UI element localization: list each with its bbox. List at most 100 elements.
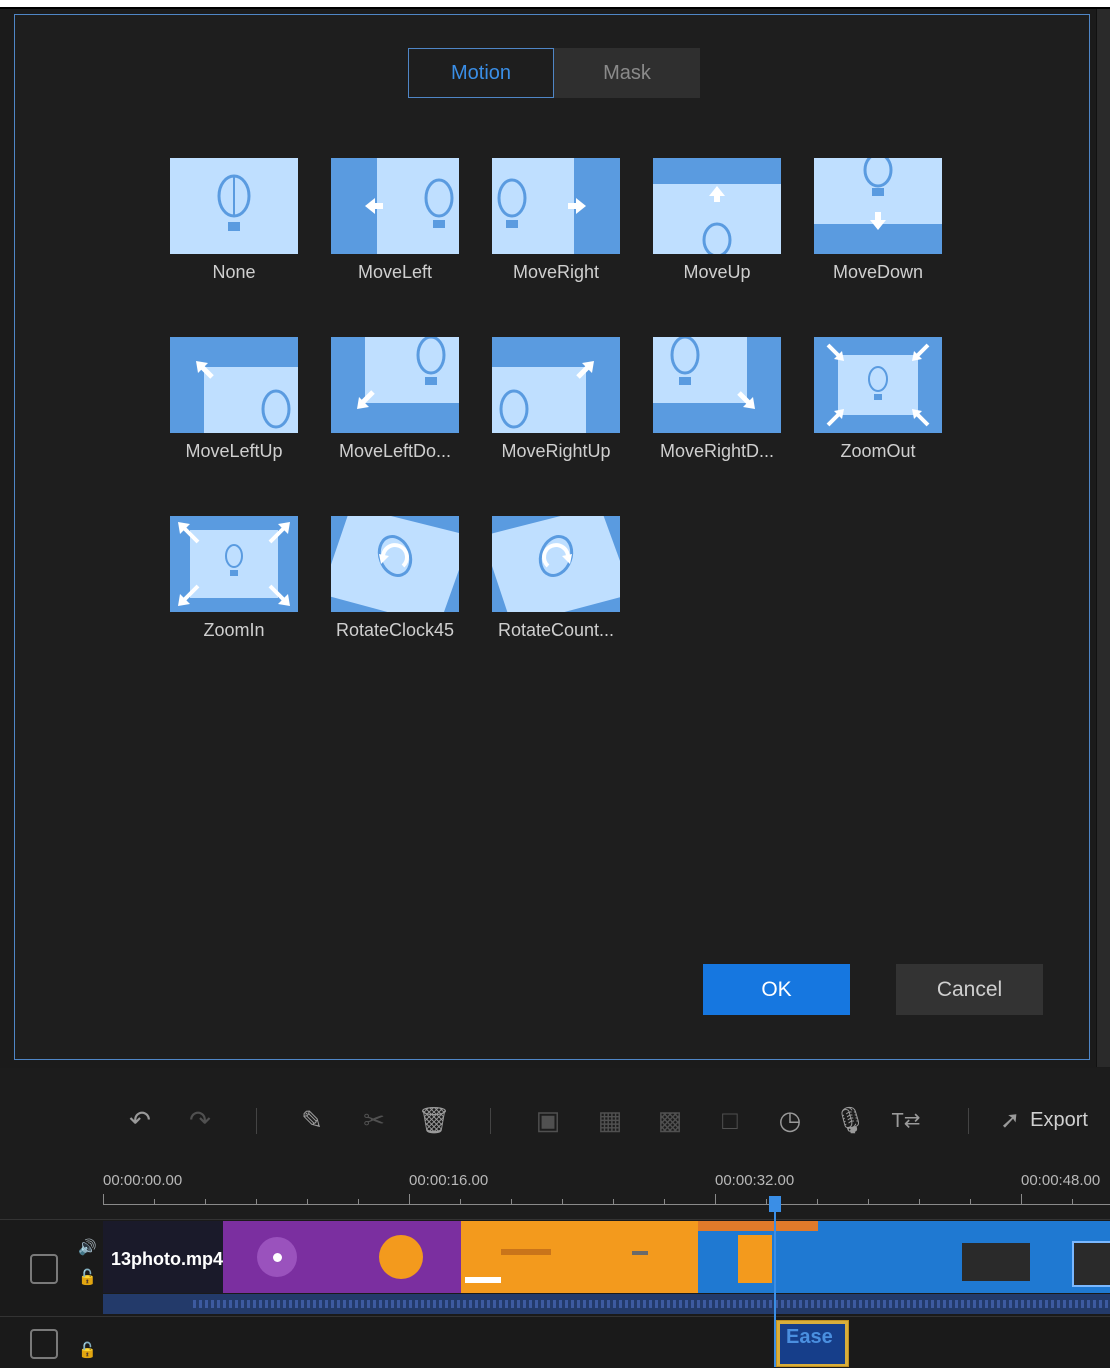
effect-moveleftdown-thumbnail[interactable] [331,337,459,433]
ruler-tick [460,1199,461,1205]
effect-label: MoveRight [512,262,600,282]
effect-label: MoveLeftDo... [338,441,452,461]
overlay-clip-text: Ease [786,1326,833,1348]
tick-label: 00:00:16.00 [409,1172,489,1189]
tick-label: 00:00:32.00 [715,1172,795,1189]
speed-icon[interactable]: ◷ [774,1100,806,1140]
toolbar-divider [490,1108,491,1134]
redo-icon[interactable]: ↷ [184,1100,216,1140]
effect-zoomout-thumbnail[interactable] [814,337,942,433]
clip-frame [698,1221,818,1293]
scissors-icon[interactable]: ✂ [358,1100,390,1140]
effect-rotatecounterclockwise[interactable]: RotateCount... [492,516,620,641]
ruler-baseline [103,1204,1110,1205]
arrow-up-icon [653,158,781,254]
ruler-tick [358,1199,359,1205]
text-to-speech-icon[interactable]: T⇄ [890,1100,922,1140]
export-button[interactable]: ➚ Export [1000,1100,1088,1140]
effect-moveleft[interactable]: MoveLeft [331,158,459,283]
effect-moverightdown[interactable]: MoveRightD... [653,337,781,462]
effect-moveup[interactable]: MoveUp [653,158,781,283]
overlay-clip-thumbnail: Ease [780,1324,845,1364]
video-clip[interactable]: 13photo.mp4 [103,1221,1110,1293]
effect-moverightup-thumbnail[interactable] [492,337,620,433]
ruler-tick [715,1194,716,1205]
effect-movedown[interactable]: MoveDown [814,158,942,283]
effect-zoomin[interactable]: ZoomIn [170,516,298,641]
cancel-button[interactable]: Cancel [896,964,1043,1015]
ruler-tick [970,1199,971,1205]
effect-label: MoveLeftUp [185,441,283,461]
playhead-handle[interactable] [769,1196,781,1212]
film-icon [30,1254,58,1284]
effect-moveleft-thumbnail[interactable] [331,158,459,254]
film-icon [30,1329,58,1359]
playhead[interactable] [774,1198,776,1367]
rotate-counterclockwise-icon [492,516,620,612]
arrow-up-left-icon [170,337,298,433]
tab-motion[interactable]: Motion [408,48,554,98]
overlay-clip[interactable]: Ease [776,1320,849,1367]
effect-rotateclock45[interactable]: RotateClock45 [331,516,459,641]
crop-icon[interactable]: ▣ [532,1100,564,1140]
ruler-tick [562,1199,563,1205]
tab-bar: Motion Mask [408,48,700,98]
rotate-clockwise-icon [331,516,459,612]
ruler-tick [256,1199,257,1205]
effect-rotatecounterclockwise-thumbnail[interactable] [492,516,620,612]
ruler-tick [103,1194,104,1205]
ruler-tick [664,1199,665,1205]
effect-moverightup[interactable]: MoveRightUp [492,337,620,462]
effect-moveleftdown[interactable]: MoveLeftDo... [331,337,459,462]
effect-moveright-thumbnail[interactable] [492,158,620,254]
effect-none-thumbnail[interactable] [170,158,298,254]
ok-button[interactable]: OK [703,964,850,1015]
lock-icon[interactable]: 🔓 [78,1268,97,1286]
clip-frame [1058,1221,1110,1293]
effect-moveup-thumbnail[interactable] [653,158,781,254]
effect-zoomout[interactable]: ZoomOut [814,337,942,462]
arrow-down-icon [814,158,942,254]
arrow-down-left-icon [331,337,459,433]
ruler-tick [868,1199,869,1205]
effect-moveleftup-thumbnail[interactable] [170,337,298,433]
time-ruler[interactable]: 00:00:00.00 00:00:16.00 00:00:32.00 00:0… [0,1172,1110,1218]
lock-icon[interactable]: 🔓 [78,1341,97,1359]
clip-name: 13photo.mp4 [111,1249,223,1269]
tick-label: 00:00:00.00 [103,1172,183,1189]
effect-none[interactable]: None [170,158,298,283]
freeze-frame-icon[interactable]: □ [714,1100,746,1140]
edit-icon[interactable]: ✎ [296,1100,328,1140]
mosaic-icon[interactable]: ▩ [654,1100,686,1140]
arrow-left-icon [331,158,459,254]
ruler-tick [205,1199,206,1205]
speaker-icon[interactable]: 🔊 [78,1238,97,1256]
effect-label: RotateCount... [497,620,615,640]
effect-movedown-thumbnail[interactable] [814,158,942,254]
effect-moverightdown-thumbnail[interactable] [653,337,781,433]
delete-icon[interactable]: 🗑 [418,1100,451,1140]
effect-rotateclock45-thumbnail[interactable] [331,516,459,612]
voiceover-icon[interactable]: 🎙 [834,1100,867,1140]
effect-moveright[interactable]: MoveRight [492,158,620,283]
ruler-tick [766,1199,767,1205]
export-icon: ➚ [1000,1106,1021,1134]
effect-zoomin-thumbnail[interactable] [170,516,298,612]
clip-frame [818,1221,938,1293]
toolbar-divider [968,1108,969,1134]
balloon-icon [170,158,298,254]
undo-icon[interactable]: ↶ [124,1100,156,1140]
track-controls: 🔊 🔓 [0,1220,103,1316]
ruler-tick [154,1199,155,1205]
effect-label: MoveUp [683,262,751,282]
effect-moveleftup[interactable]: MoveLeftUp [170,337,298,462]
resize-icon[interactable]: ▦ [594,1100,626,1140]
clip-frame [938,1221,1058,1293]
ruler-tick [409,1194,410,1205]
effect-label: ZoomOut [840,441,916,461]
effect-label: MoveRightD... [659,441,775,461]
effect-label: None [212,262,256,282]
export-label: Export [1030,1108,1088,1131]
ruler-tick [919,1199,920,1205]
tab-mask[interactable]: Mask [554,48,700,98]
